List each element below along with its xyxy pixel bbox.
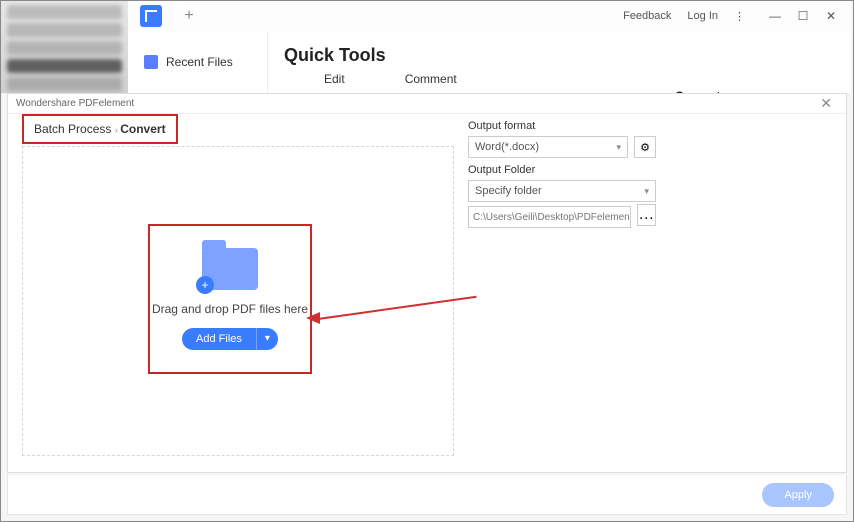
maximize-button[interactable]: ☐ <box>789 2 817 30</box>
nav-recent-files[interactable]: Recent Files <box>140 49 255 75</box>
drop-label: Drag and drop PDF files here <box>152 302 308 316</box>
browse-folder-button[interactable]: … <box>637 204 656 226</box>
breadcrumb: Batch Process › Convert <box>22 114 178 144</box>
tab-comment[interactable]: Comment <box>405 72 457 86</box>
login-link[interactable]: Log In <box>687 10 718 22</box>
title-bar: + Feedback Log In ⋮ — ☐ ✕ <box>128 1 851 31</box>
folder-icon: + <box>202 248 258 290</box>
kebab-menu-icon[interactable]: ⋮ <box>734 10 745 23</box>
output-path-field[interactable]: C:\Users\Geili\Desktop\PDFelement\Cc <box>468 206 631 228</box>
breadcrumb-convert: Convert <box>120 122 165 136</box>
batch-dialog: Wondershare PDFelement ✕ Batch Process ›… <box>7 93 847 473</box>
left-nav: Recent Files <box>128 31 268 93</box>
output-folder-select[interactable]: Specify folder ▾ <box>468 180 656 202</box>
path-value: C:\Users\Geili\Desktop\PDFelement\Cc <box>473 212 631 223</box>
dialog-title: Wondershare PDFelement <box>16 98 134 109</box>
add-files-dropdown[interactable]: ▾ <box>256 328 278 350</box>
options-panel: Output format Word(*.docx) ▾ ⚙ Output Fo… <box>468 114 656 228</box>
dialog-close-button[interactable]: ✕ <box>814 95 838 112</box>
output-format-select[interactable]: Word(*.docx) ▾ <box>468 136 628 158</box>
output-format-label: Output format <box>468 120 656 132</box>
folder-value: Specify folder <box>475 185 542 197</box>
format-value: Word(*.docx) <box>475 141 539 153</box>
chevron-down-icon: ▾ <box>644 186 649 197</box>
nav-label: Recent Files <box>166 55 233 69</box>
plus-icon: + <box>196 276 214 294</box>
breadcrumb-batch[interactable]: Batch Process <box>34 122 111 136</box>
output-folder-label: Output Folder <box>468 164 656 176</box>
app-logo-icon <box>140 5 162 27</box>
close-window-button[interactable]: ✕ <box>817 2 845 30</box>
chevron-down-icon: ▾ <box>616 142 621 153</box>
minimize-button[interactable]: — <box>761 2 789 30</box>
new-tab-button[interactable]: + <box>180 7 198 25</box>
tab-edit[interactable]: Edit <box>324 72 345 86</box>
page-title: Quick Tools <box>284 45 835 66</box>
format-settings-button[interactable]: ⚙ <box>634 136 656 158</box>
recent-files-icon <box>144 55 158 69</box>
dialog-footer: Apply <box>7 475 847 515</box>
apply-button[interactable]: Apply <box>762 483 834 507</box>
external-sidebar <box>1 1 128 93</box>
add-files-button[interactable]: Add Files <box>182 328 256 350</box>
annotation-arrow <box>286 292 466 332</box>
feedback-link[interactable]: Feedback <box>623 10 671 22</box>
